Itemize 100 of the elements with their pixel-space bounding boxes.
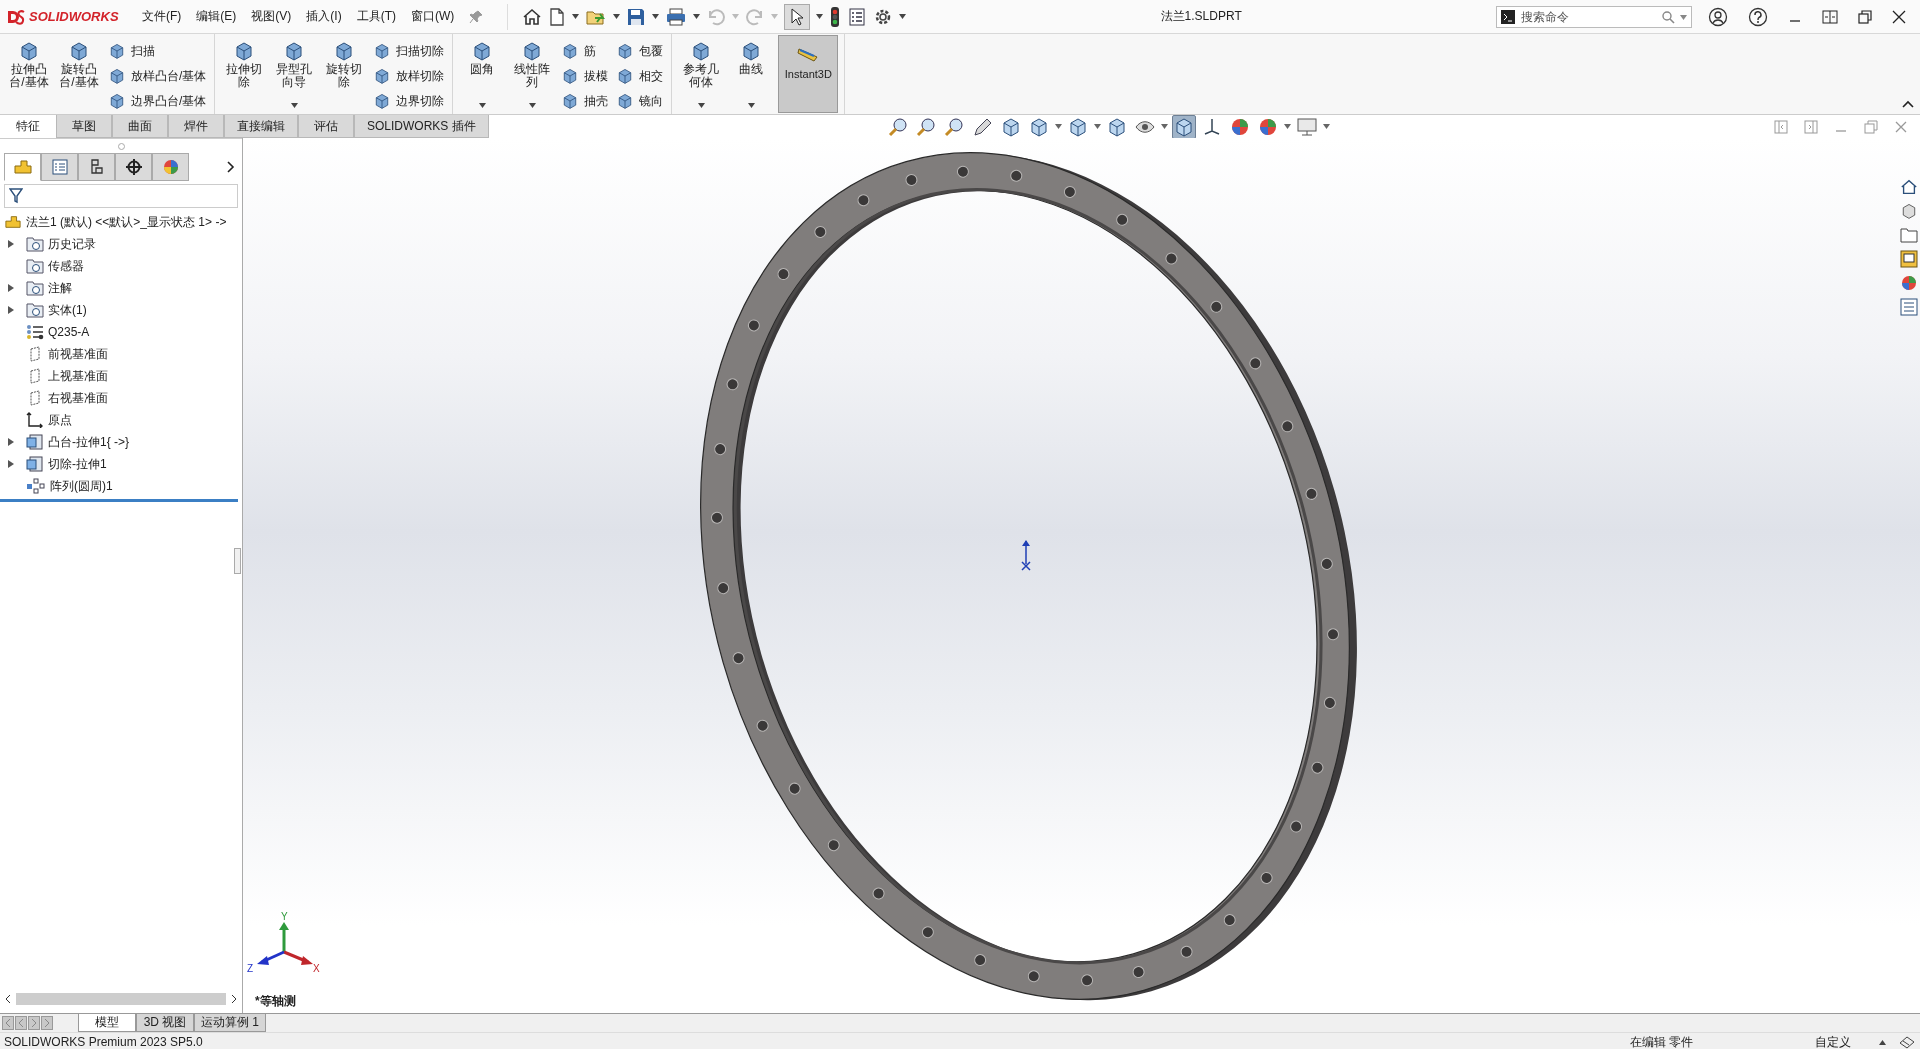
ribbon-button[interactable]: 参考几何体 (678, 38, 725, 112)
folder-icon[interactable] (1900, 226, 1918, 244)
cube-icon[interactable] (1171, 114, 1196, 139)
expand-arrow-icon[interactable] (8, 460, 14, 468)
menu-item[interactable]: 插入(I) (306, 8, 342, 25)
tree-item[interactable]: 实体(1) (48, 301, 87, 319)
caret-icon[interactable] (697, 103, 705, 108)
caret-icon[interactable] (693, 14, 701, 19)
ribbon-button[interactable]: 旋转凸台/基体 (56, 38, 102, 112)
ribbon-button[interactable]: 拉伸切除 (221, 38, 268, 112)
tree-item[interactable]: 传感器 (48, 257, 84, 275)
command-tab[interactable]: 直接编辑 (224, 115, 298, 138)
caret-icon[interactable] (1283, 124, 1291, 129)
ribbon-button[interactable]: 筋 (559, 40, 611, 62)
ribbon-button[interactable]: 曲线 (728, 38, 775, 112)
part-tab[interactable] (4, 153, 41, 181)
tree-item[interactable]: 凸台-拉伸1{ ->} (48, 433, 130, 451)
tree-item[interactable]: 右视基准面 (48, 389, 108, 407)
tree-item[interactable]: 历史记录 (48, 235, 96, 253)
toggle-button[interactable]: Instant3D (778, 35, 839, 113)
menu-item[interactable]: 文件(F) (142, 8, 182, 25)
tree-item[interactable]: 切除-拉伸1 (48, 455, 107, 473)
caret-icon[interactable] (652, 14, 660, 19)
model-tab[interactable]: 模型 (78, 1014, 136, 1032)
command-tab[interactable]: SOLIDWORKS 插件 (354, 115, 489, 138)
restore-icon[interactable] (1858, 9, 1872, 24)
ribbon-button[interactable]: 放样凸台/基体 (106, 65, 209, 87)
ribbon-button[interactable]: 旋转切除 (321, 38, 368, 112)
ribbon-button[interactable]: 边界凸台/基体 (106, 90, 209, 112)
model-tab[interactable]: 运动算例 1 (194, 1014, 266, 1032)
ribbon-button[interactable]: 扫描 (106, 40, 209, 62)
caret-up-icon[interactable] (1879, 1039, 1886, 1045)
print-icon[interactable] (665, 6, 688, 27)
split-icon[interactable] (1822, 9, 1838, 24)
expand-arrow-icon[interactable] (8, 284, 14, 292)
expand-arrow-icon[interactable] (8, 240, 14, 248)
chevron-right-icon[interactable] (226, 160, 236, 174)
ribbon-button[interactable]: 包覆 (614, 40, 666, 62)
property-tab[interactable] (41, 153, 78, 181)
scrollbar-thumb[interactable] (16, 993, 226, 1005)
ribbon-button[interactable]: 异型孔向导 (271, 38, 318, 112)
search-field[interactable]: 搜索命令 (1496, 5, 1692, 28)
menu-item[interactable]: 窗口(W) (411, 8, 455, 25)
caret-icon[interactable] (572, 14, 580, 19)
list-icon[interactable] (1900, 298, 1918, 316)
tree-item[interactable]: 前视基准面 (48, 345, 108, 363)
tile-left-icon[interactable] (1774, 119, 1788, 134)
home-icon[interactable] (1900, 178, 1918, 196)
ribbon-button[interactable]: 相交 (614, 65, 666, 87)
menu-item[interactable]: 视图(V) (251, 8, 292, 25)
caret-icon[interactable] (528, 103, 536, 108)
filter-field[interactable] (4, 184, 238, 208)
close-icon[interactable] (1892, 9, 1906, 24)
home-icon[interactable] (522, 6, 543, 27)
ribbon-button[interactable]: 线性阵列 (509, 38, 556, 112)
pointer-icon[interactable] (790, 7, 805, 26)
configuration-tab[interactable] (78, 153, 115, 181)
ribbon-button[interactable]: 放样切除 (371, 65, 447, 87)
menu-item[interactable]: 编辑(E) (196, 8, 237, 25)
palette-icon[interactable] (1900, 250, 1918, 268)
ribbon-button[interactable]: 拔模 (559, 65, 611, 87)
dimension-tab[interactable] (115, 153, 152, 181)
scroll-right-icon[interactable] (230, 994, 238, 1004)
tree-item[interactable]: 法兰1 (默认) <<默认>_显示状态 1> -> (26, 213, 227, 231)
ribbon-button[interactable]: 镜向 (614, 90, 666, 112)
eraser-icon[interactable] (1898, 1035, 1916, 1049)
sphere-icon[interactable] (1900, 274, 1918, 292)
user-icon[interactable] (1708, 6, 1728, 27)
tile-right-icon[interactable] (1804, 119, 1818, 134)
ribbon-button[interactable]: 抽壳 (559, 90, 611, 112)
tree-item[interactable]: 上视基准面 (48, 367, 108, 385)
caret-icon[interactable] (1322, 124, 1330, 129)
select-button[interactable] (784, 3, 811, 30)
save-icon[interactable] (626, 6, 647, 27)
command-tab[interactable]: 焊件 (168, 115, 224, 138)
cube-icon[interactable] (1900, 202, 1918, 220)
ribbon-button[interactable]: 边界切除 (371, 90, 447, 112)
menu-item[interactable]: 工具(T) (356, 8, 396, 25)
caret-icon[interactable] (1054, 124, 1062, 129)
command-tab[interactable]: 草图 (56, 115, 112, 138)
ribbon-button[interactable]: 扫描切除 (371, 40, 447, 62)
expand-arrow-icon[interactable] (8, 438, 14, 446)
caret-icon[interactable] (816, 14, 824, 19)
caret-icon[interactable] (1160, 124, 1168, 129)
caret-icon[interactable] (747, 103, 755, 108)
tree-item[interactable]: Q235-A (48, 325, 90, 339)
command-tab[interactable]: 评估 (298, 115, 354, 138)
caret-icon[interactable] (1093, 124, 1101, 129)
search-icon[interactable] (1661, 9, 1675, 24)
tree-item[interactable]: 注解 (48, 279, 72, 297)
expand-arrow-icon[interactable] (8, 306, 14, 314)
caret-icon[interactable] (899, 14, 907, 19)
pin-icon[interactable] (469, 9, 484, 24)
caret-icon[interactable] (290, 103, 298, 108)
scroll-left-icon[interactable] (4, 994, 12, 1004)
caret-icon[interactable] (613, 14, 621, 19)
splitter-handle[interactable] (234, 548, 241, 574)
ribbon-button[interactable]: 拉伸凸台/基体 (6, 38, 52, 112)
units-menu[interactable]: 自定义 (1815, 1033, 1851, 1049)
tree-item[interactable]: 阵列(圆周)1 (50, 477, 113, 495)
